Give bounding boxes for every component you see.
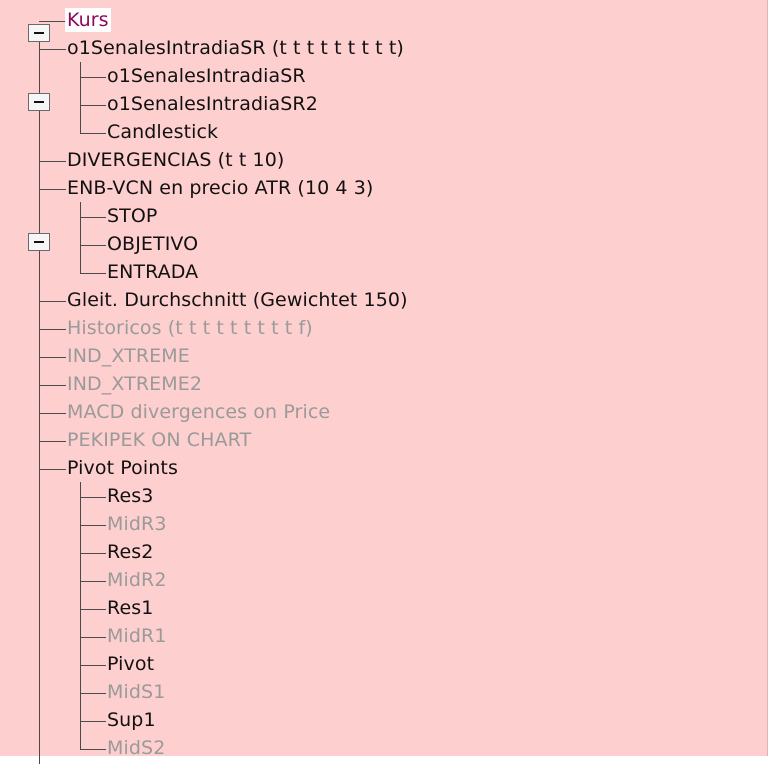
indicator-tree-panel[interactable]: Kurs o1SenalesIntradiaSR (t t t t t t t … (0, 0, 768, 764)
collapse-toggle-root[interactable] (28, 24, 50, 42)
collapse-toggle-o1senales[interactable] (28, 93, 50, 111)
tree-h-connector (39, 385, 66, 386)
tree-h-connector (80, 749, 106, 750)
tree-child-9-4[interactable]: Res1 (107, 596, 153, 620)
tree-h-connector (39, 301, 66, 302)
tree-child-2-2[interactable]: ENTRADA (107, 260, 198, 284)
tree-h-connector (39, 189, 66, 190)
tree-h-connector (80, 245, 106, 246)
tree-h-connector-root (39, 21, 66, 22)
tree-root-kurs[interactable]: Kurs (65, 8, 111, 32)
tree-child-9-1[interactable]: MidR3 (107, 512, 167, 536)
tree-node-4[interactable]: Historicos (t t t t t t t t t f) (67, 316, 313, 340)
tree-h-connector (39, 413, 66, 414)
tree-node-9[interactable]: Pivot Points (67, 456, 178, 480)
tree-child-9-6[interactable]: Pivot (107, 652, 154, 676)
tree-h-connector (80, 721, 106, 722)
tree-h-connector (80, 525, 106, 526)
tree-node-8[interactable]: PEKIPEK ON CHART (67, 428, 251, 452)
tree-child-0-2[interactable]: Candlestick (107, 120, 218, 144)
tree-node-0[interactable]: o1SenalesIntradiaSR (t t t t t t t t t) (67, 36, 404, 60)
tree-child-2-1[interactable]: OBJETIVO (107, 232, 198, 256)
tree-h-connector (80, 133, 106, 134)
tree-h-connector (39, 441, 66, 442)
tree-h-connector (80, 217, 106, 218)
tree-node-7[interactable]: MACD divergences on Price (67, 400, 330, 424)
tree-node-1[interactable]: DIVERGENCIAS (t t 10) (67, 148, 284, 172)
tree-child-9-0[interactable]: Res3 (107, 484, 153, 508)
tree-h-connector (80, 105, 106, 106)
tree-child-2-0[interactable]: STOP (107, 204, 157, 228)
tree-node-3[interactable]: Gleit. Durchschnitt (Gewichtet 150) (67, 288, 408, 312)
collapse-toggle-enb-vcn[interactable] (28, 233, 50, 251)
tree-child-9-5[interactable]: MidR1 (107, 624, 167, 648)
tree-h-connector (39, 49, 66, 50)
tree-child-0-1[interactable]: o1SenalesIntradiaSR2 (107, 92, 318, 116)
tree-h-connector (80, 637, 106, 638)
tree-h-connector (80, 665, 106, 666)
tree-child-9-9[interactable]: MidS2 (107, 736, 165, 760)
tree-h-connector (80, 273, 106, 274)
tree-v-connector (80, 482, 81, 750)
tree-h-connector (80, 609, 106, 610)
tree-h-connector (39, 161, 66, 162)
tree-child-9-8[interactable]: Sup1 (107, 708, 156, 732)
tree-node-2[interactable]: ENB-VCN en precio ATR (10 4 3) (67, 176, 373, 200)
tree-v-connector (80, 202, 81, 274)
tree-h-connector (39, 329, 66, 330)
tree-node-5[interactable]: IND_XTREME (67, 344, 190, 368)
tree-h-connector (39, 357, 66, 358)
tree-child-0-0[interactable]: o1SenalesIntradiaSR (107, 64, 306, 88)
tree-h-connector (80, 553, 106, 554)
tree-v-connector (80, 62, 81, 134)
tree-v-connector-main (39, 34, 40, 764)
tree-child-9-7[interactable]: MidS1 (107, 680, 165, 704)
tree-child-9-3[interactable]: MidR2 (107, 568, 167, 592)
tree-h-connector (80, 581, 106, 582)
tree-h-connector (80, 497, 106, 498)
tree-node-6[interactable]: IND_XTREME2 (67, 372, 202, 396)
tree-h-connector (39, 469, 66, 470)
tree-h-connector (80, 693, 106, 694)
tree-child-9-2[interactable]: Res2 (107, 540, 153, 564)
tree-h-connector (80, 77, 106, 78)
